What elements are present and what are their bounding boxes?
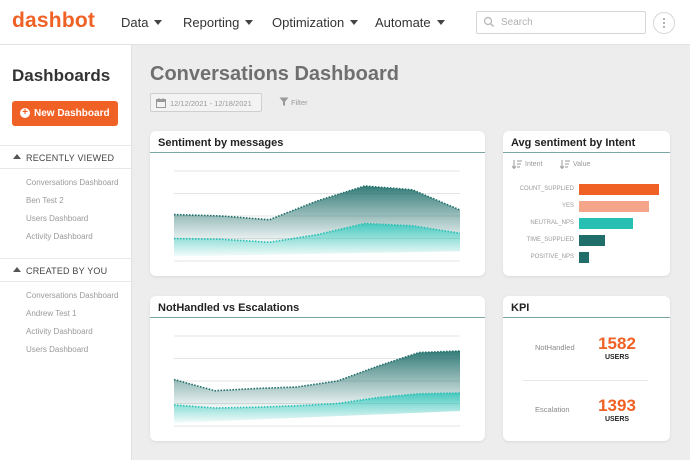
more-dot-icon (663, 22, 665, 24)
intent-bar (579, 201, 649, 212)
created-by-you-toggle[interactable]: CREATED BY YOU (0, 258, 131, 282)
intent-bar (579, 218, 633, 229)
nothandled-chart (173, 335, 461, 427)
filter-label: Filter (291, 98, 308, 107)
card-divider (503, 317, 670, 318)
search-input[interactable] (501, 14, 641, 31)
intent-bar (579, 252, 590, 263)
date-range-text: 12/12/2021 - 12/18/2021 (170, 99, 252, 108)
sidebar-link[interactable]: Activity Dashboard (26, 232, 93, 241)
recently-viewed-label: RECENTLY VIEWED (26, 153, 115, 163)
nav-data[interactable]: Data (121, 15, 163, 30)
new-dashboard-label: New Dashboard (34, 108, 110, 119)
kpi-label: NotHandled (535, 343, 575, 352)
intent-bar-label: YES (561, 203, 574, 209)
kpi-unit: USERS (604, 416, 630, 423)
kpi-value: 1393 (598, 396, 636, 415)
nav-reporting-label: Reporting (183, 15, 240, 30)
plus-icon: + (20, 108, 30, 118)
nav-optimization-label: Optimization (272, 15, 345, 30)
intent-bar-label: NEUTRAL_NPS (530, 220, 574, 226)
intent-bar-label: COUNT_SUPPLIED (519, 186, 574, 192)
sidebar-link[interactable]: Conversations Dashboard (26, 178, 119, 187)
nav-automate-label: Automate (375, 15, 431, 30)
filter-icon (279, 97, 289, 106)
chevron-down-icon (350, 20, 359, 25)
new-dashboard-button[interactable]: + New Dashboard (12, 101, 118, 126)
intent-bar-label: POSITIVE_NPS (530, 254, 574, 260)
calendar-icon (156, 98, 166, 108)
date-range-button[interactable]: 12/12/2021 - 12/18/2021 (150, 93, 262, 112)
nav-data-label: Data (121, 15, 149, 30)
intent-bar (579, 235, 605, 246)
card-title: NotHandled vs Escalations (158, 302, 300, 314)
sentiment-chart (173, 170, 461, 262)
sidebar-link[interactable]: Andrew Test 1 (26, 309, 77, 318)
search-box (476, 11, 646, 34)
chevron-down-icon (154, 20, 163, 25)
recently-viewed-toggle[interactable]: RECENTLY VIEWED (0, 145, 131, 169)
collapse-triangle-icon (13, 267, 21, 272)
page-title: Conversations Dashboard (150, 63, 399, 85)
more-dot-icon (663, 18, 665, 20)
search-icon (483, 16, 494, 27)
chevron-down-icon (436, 20, 445, 25)
more-menu-button[interactable] (653, 12, 675, 34)
sentiment-card: Sentiment by messages (150, 131, 485, 276)
sidebar-link[interactable]: Ben Test 2 (26, 196, 64, 205)
sidebar-title: Dashboards (12, 66, 111, 85)
sidebar-link[interactable]: Activity Dashboard (26, 327, 93, 336)
sidebar-link[interactable]: Users Dashboard (26, 345, 88, 354)
created-by-you-label: CREATED BY YOU (26, 266, 108, 276)
collapse-triangle-icon (13, 154, 21, 159)
nav-optimization[interactable]: Optimization (272, 15, 359, 30)
kpi-value: 1582 (598, 334, 636, 353)
sidebar-link[interactable]: Users Dashboard (26, 214, 88, 223)
kpi-unit: USERS (604, 354, 630, 361)
nav-automate[interactable]: Automate (375, 15, 445, 30)
card-title: KPI (511, 302, 530, 314)
more-dot-icon (663, 26, 665, 28)
sidebar: Dashboards + New Dashboard RECENTLY VIEW… (0, 45, 132, 460)
kpi-divider (523, 380, 648, 381)
intent-bar-chart: COUNT_SUPPLIED YES NEUTRAL_NPS TIME_SUPPLIE… (503, 131, 670, 276)
card-title: Sentiment by messages (158, 137, 284, 149)
kpi-label: Escalation (535, 405, 570, 414)
nothandled-card: NotHandled vs Escalations (150, 296, 485, 441)
dashbot-logo[interactable]: dashbot (12, 9, 95, 33)
kpi-card: KPI NotHandled 1582 USERS Escalation 139… (503, 296, 670, 441)
sidebar-link[interactable]: Conversations Dashboard (26, 291, 119, 300)
intent-bar-label: TIME_SUPPLIED (526, 237, 574, 243)
intent-bar (579, 184, 659, 195)
chevron-down-icon (245, 20, 254, 25)
nav-reporting[interactable]: Reporting (183, 15, 254, 30)
intent-card: Avg sentiment by Intent Intent Value COU… (503, 131, 670, 276)
top-bar: dashbot Data Reporting Optimization Auto… (0, 0, 690, 45)
